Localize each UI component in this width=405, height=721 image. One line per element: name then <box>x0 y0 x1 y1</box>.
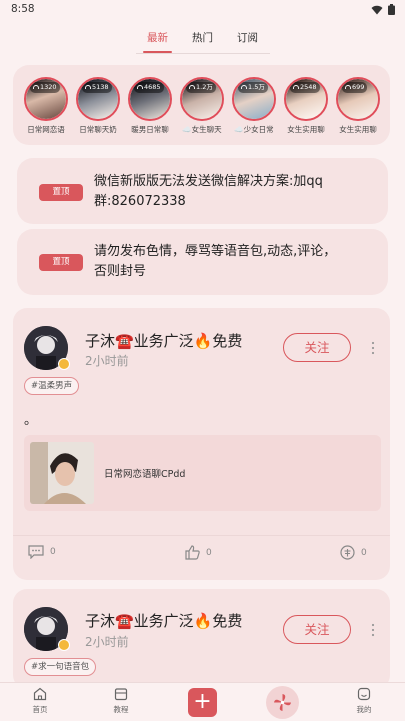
tab-subscribe[interactable]: 订阅 <box>225 20 270 56</box>
listener-count-badge: 4685 <box>134 82 164 93</box>
streamer-name: ☁️少女日常 <box>234 125 274 134</box>
pinwheel-icon <box>274 694 291 711</box>
profile-face-icon <box>357 687 371 701</box>
post-actions: 0 0 0 <box>13 535 390 565</box>
top-tabs: 最新 热门 订阅 <box>0 20 405 56</box>
more-icon[interactable] <box>368 341 378 355</box>
gift-count: 0 <box>361 547 367 558</box>
more-icon[interactable] <box>368 623 378 637</box>
home-icon <box>33 687 47 701</box>
avatar: 699 <box>336 77 380 121</box>
nav-tutorial[interactable]: 教程 <box>96 687 146 715</box>
post-tag[interactable]: #温柔男声 <box>24 377 80 395</box>
tabs-divider <box>136 53 270 54</box>
wifi-icon <box>371 5 383 14</box>
status-time: 8:58 <box>11 3 35 15</box>
pinned-notice[interactable]: 置顶 请勿发布色情，辱骂等语音包,动态,评论， 否则封号 <box>17 229 388 295</box>
streamer-item[interactable]: 1320 日常网恋语 <box>22 77 70 135</box>
comment-icon <box>28 545 44 559</box>
voice-title: 日常网恋语聊CPdd <box>104 469 186 480</box>
headphones-icon <box>345 84 351 89</box>
status-icons <box>371 4 395 15</box>
post-author-name[interactable]: 子沐☎️业务广泛🔥免费 <box>85 610 242 631</box>
headphones-icon <box>33 84 39 89</box>
streamer-name: 女生实用聊 <box>287 125 325 134</box>
headphones-icon <box>189 84 195 89</box>
comment-button[interactable]: 0 <box>28 545 56 559</box>
like-button[interactable]: 0 <box>185 545 212 560</box>
follow-button[interactable]: 关注 <box>283 333 351 362</box>
listener-count-badge: 1320 <box>30 82 60 93</box>
streamer-name: ☁️女生聊天 <box>182 125 222 134</box>
notice-text: 微信新版版无法发送微信解决方案:加qq 群:826072338 <box>94 174 323 209</box>
post-author-name[interactable]: 子沐☎️业务广泛🔥免费 <box>85 330 242 351</box>
avatar: 4685 <box>128 77 172 121</box>
post-time: 2小时前 <box>85 354 129 368</box>
streamer-name: 暖男日常聊 <box>131 125 169 134</box>
listener-count-badge: 5138 <box>82 82 112 93</box>
thumbs-up-icon <box>185 545 200 560</box>
notice-text: 请勿发布色情，辱骂等语音包,动态,评论， 否则封号 <box>94 244 337 279</box>
book-icon <box>114 688 128 701</box>
avatar: 1.5万 <box>232 77 276 121</box>
streamer-item[interactable]: 1.2万 ☁️女生聊天 <box>178 77 226 135</box>
comment-count: 0 <box>50 547 56 557</box>
avatar: 1320 <box>24 77 68 121</box>
post-card[interactable]: 子沐☎️业务广泛🔥免费 2小时前 关注 #求一句语音包 <box>13 589 390 689</box>
avatar: 1.2万 <box>180 77 224 121</box>
listener-count-badge: 1.2万 <box>186 82 216 93</box>
tab-hot[interactable]: 热门 <box>180 20 225 56</box>
pinned-badge: 置顶 <box>39 254 83 271</box>
streamer-name: 女生实用聊 <box>339 125 377 134</box>
streamer-name: 日常聊天奶 <box>79 125 117 134</box>
listener-count-badge: 699 <box>342 82 368 93</box>
bottom-nav: 首页 教程 + 我的 <box>0 682 405 721</box>
avatar: 5138 <box>76 77 120 121</box>
post-tag[interactable]: #求一句语音包 <box>24 658 97 676</box>
nav-mine[interactable]: 我的 <box>339 687 389 715</box>
avatar: 2548 <box>284 77 328 121</box>
post-text: 。 <box>24 413 38 428</box>
gift-coin-icon <box>340 545 355 560</box>
pinned-badge: 置顶 <box>39 184 83 201</box>
streamer-item[interactable]: 1.5万 ☁️少女日常 <box>230 77 278 135</box>
nav-discover[interactable] <box>266 686 299 719</box>
battery-icon <box>388 4 395 15</box>
post-time: 2小时前 <box>85 635 129 649</box>
streamer-item[interactable]: 699 女生实用聊 <box>334 77 382 135</box>
streamer-item[interactable]: 5138 日常聊天奶 <box>74 77 122 135</box>
gift-button[interactable]: 0 <box>340 545 367 560</box>
streamer-item[interactable]: 4685 暖男日常聊 <box>126 77 174 135</box>
like-count: 0 <box>206 547 212 558</box>
headphones-icon <box>241 84 247 89</box>
vip-badge <box>58 639 70 651</box>
listener-count-badge: 2548 <box>290 82 320 93</box>
streamer-item[interactable]: 2548 女生实用聊 <box>282 77 330 135</box>
headphones-icon <box>293 84 299 89</box>
headphones-icon <box>85 84 91 89</box>
listener-count-badge: 1.5万 <box>238 82 268 93</box>
headphones-icon <box>137 84 143 89</box>
add-post-button[interactable]: + <box>188 688 217 717</box>
tab-latest[interactable]: 最新 <box>135 20 180 56</box>
pinned-notice[interactable]: 置顶 微信新版版无法发送微信解决方案:加qq 群:826072338 <box>17 158 388 224</box>
post-card[interactable]: 子沐☎️业务广泛🔥免费 2小时前 关注 #温柔男声 。 日常网恋语聊CPdd 0… <box>13 308 390 580</box>
voice-card[interactable]: 日常网恋语聊CPdd <box>24 435 381 511</box>
streamer-strip: 1320 日常网恋语 5138 日常聊天奶 4685 暖男日常聊 1.2万 ☁️… <box>13 65 390 145</box>
vip-badge <box>58 358 70 370</box>
follow-button[interactable]: 关注 <box>283 615 351 644</box>
streamer-name: 日常网恋语 <box>27 125 65 134</box>
status-bar: 8:58 <box>0 0 405 20</box>
nav-home[interactable]: 首页 <box>15 687 65 715</box>
voice-cover-image <box>30 442 94 504</box>
